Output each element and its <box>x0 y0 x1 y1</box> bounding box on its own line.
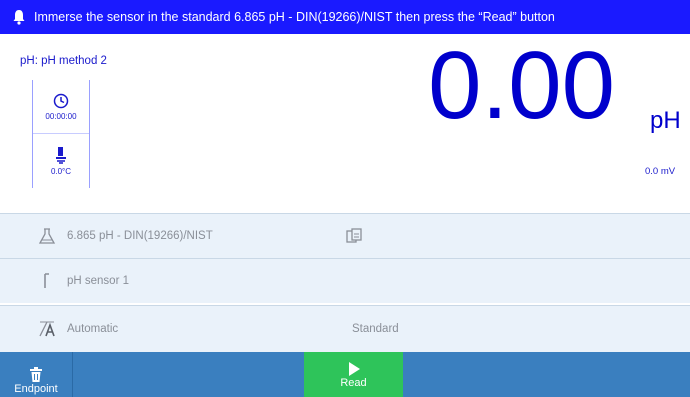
mv-reading: 0.0 mV <box>645 166 676 177</box>
automatic-mode-icon <box>39 321 55 337</box>
buffer-group-icon[interactable] <box>345 227 363 245</box>
endpoint-button[interactable]: Endpoint <box>0 352 73 397</box>
sensor-icon <box>44 273 49 288</box>
mode-type-label: Standard <box>352 323 399 335</box>
temperature-cell: 0.0°C <box>33 134 89 187</box>
play-icon <box>348 361 360 376</box>
endpoint-label: Endpoint <box>14 383 58 395</box>
bell-icon <box>13 10 25 25</box>
timer-value: 00:00:00 <box>45 111 77 121</box>
bottom-toolbar: Endpoint Read <box>0 352 690 397</box>
read-button[interactable]: Read <box>304 352 403 397</box>
trash-icon <box>30 367 42 382</box>
sensor-label: pH sensor 1 <box>67 275 130 287</box>
read-label: Read <box>340 376 367 389</box>
mode-row[interactable]: Automatic Standard <box>0 305 690 352</box>
sensor-row[interactable]: pH sensor 1 <box>0 258 690 303</box>
ph-reading: 0.00 <box>428 32 615 139</box>
stirrer-icon <box>56 146 66 164</box>
status-panel: 00:00:00 0.0°C <box>32 80 90 188</box>
temperature-value: 0.0°C <box>50 166 72 176</box>
flask-icon <box>38 228 56 244</box>
ph-unit: pH <box>650 107 681 134</box>
standard-row[interactable]: 6.865 pH - DIN(19266)/NIST <box>0 213 690 258</box>
mode-label: Automatic <box>67 323 119 335</box>
timer-cell: 00:00:00 <box>33 80 89 134</box>
banner-message: Immerse the sensor in the standard 6.865… <box>34 10 555 24</box>
clock-icon <box>53 93 69 108</box>
standard-label: 6.865 pH - DIN(19266)/NIST <box>67 230 213 242</box>
instruction-banner: Immerse the sensor in the standard 6.865… <box>0 0 690 34</box>
method-label: pH: pH method 2 <box>20 55 107 67</box>
